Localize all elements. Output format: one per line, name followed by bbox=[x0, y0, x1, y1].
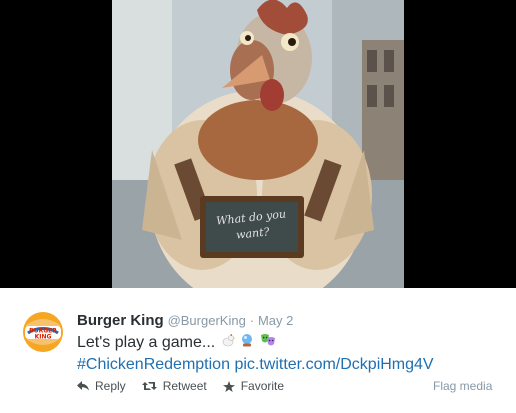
tweet-actions: Reply Retweet Favorite bbox=[77, 379, 300, 393]
performing-arts-emoji-icon bbox=[260, 333, 276, 353]
reply-icon bbox=[77, 381, 89, 391]
flag-media-link[interactable]: Flag media bbox=[433, 379, 492, 393]
favorite-button[interactable]: Favorite bbox=[222, 379, 285, 393]
tweet-photo[interactable]: What do you want? bbox=[112, 0, 404, 288]
favorite-label: Favorite bbox=[240, 379, 285, 393]
author-handle[interactable]: @BurgerKing bbox=[168, 313, 246, 328]
reply-label: Reply bbox=[95, 379, 126, 393]
tweet-card: What do you want? BURGER KING Burger Kin… bbox=[0, 0, 516, 413]
crystal-ball-emoji-icon bbox=[240, 333, 254, 353]
avatar[interactable]: BURGER KING bbox=[22, 311, 64, 353]
tweet-links: #ChickenRedemption pic.twitter.com/Dckpi… bbox=[77, 355, 434, 375]
reply-button[interactable]: Reply bbox=[77, 379, 126, 393]
chicken-emoji-icon bbox=[221, 333, 235, 353]
retweet-button[interactable]: Retweet bbox=[141, 379, 207, 393]
star-icon bbox=[222, 380, 235, 392]
tweet-date[interactable]: May 2 bbox=[258, 313, 293, 328]
pic-link[interactable]: pic.twitter.com/DckpiHmg4V bbox=[234, 356, 433, 373]
retweet-icon bbox=[141, 382, 157, 390]
tweet-text-body: Let's play a game... bbox=[77, 334, 216, 352]
chicken-costume-photo bbox=[112, 0, 404, 288]
burger-king-logo-icon: BURGER KING bbox=[23, 312, 63, 352]
retweet-label: Retweet bbox=[162, 379, 207, 393]
svg-text:KING: KING bbox=[35, 334, 52, 341]
header-separator: · bbox=[249, 313, 255, 328]
media-container[interactable]: What do you want? bbox=[0, 0, 516, 288]
tweet-body: BURGER KING Burger King @BurgerKing · Ma… bbox=[0, 288, 516, 413]
tweet-text: Let's play a game... bbox=[77, 333, 276, 353]
author-name[interactable]: Burger King bbox=[77, 312, 164, 329]
tweet-header: Burger King @BurgerKing · May 2 bbox=[77, 312, 293, 329]
hashtag-link[interactable]: #ChickenRedemption bbox=[77, 356, 230, 373]
